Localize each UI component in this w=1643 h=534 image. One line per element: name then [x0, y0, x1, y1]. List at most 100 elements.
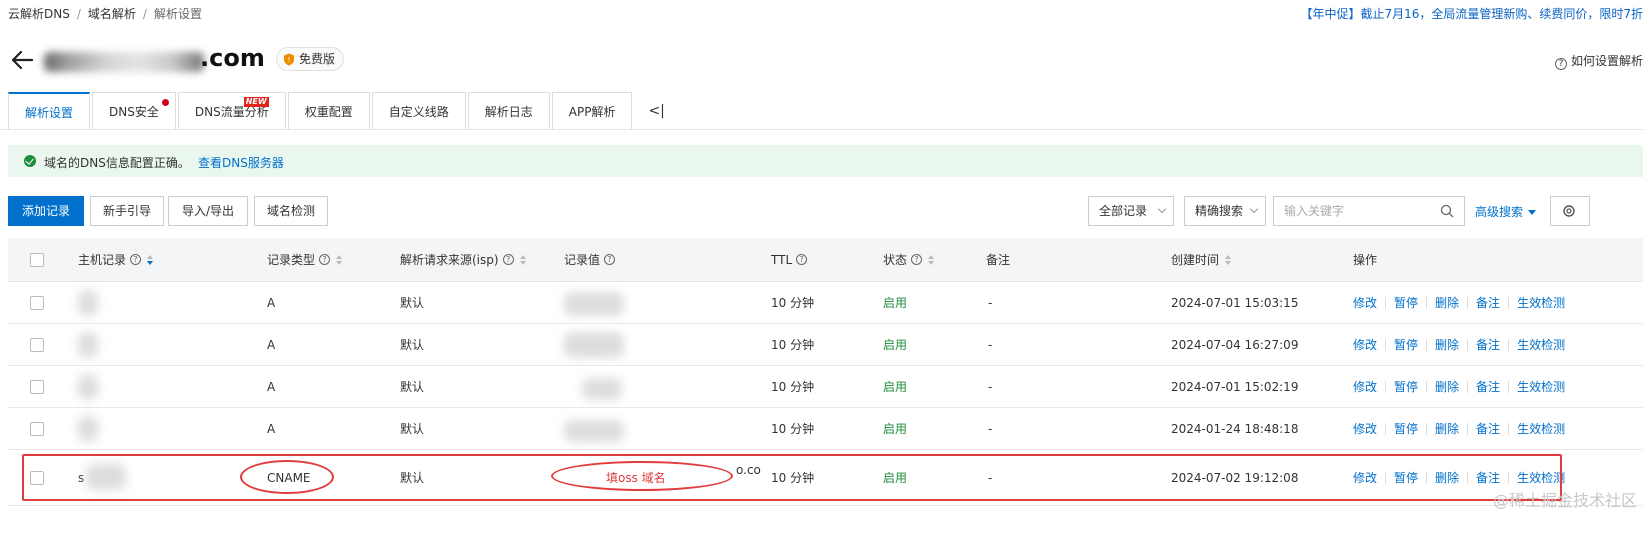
tab-custom-lines[interactable]: 自定义线路: [371, 92, 466, 130]
record-type: A: [267, 379, 276, 394]
row-checkbox[interactable]: [30, 324, 44, 365]
view-dns-servers-link[interactable]: 查看DNS服务器: [198, 154, 284, 171]
breadcrumb-item-domain[interactable]: 域名解析: [88, 7, 136, 21]
sort-icon[interactable]: [519, 254, 526, 265]
column-created[interactable]: 创建时间: [1171, 238, 1232, 281]
delete-link[interactable]: 删除: [1435, 294, 1459, 311]
edit-link[interactable]: 修改: [1353, 294, 1377, 311]
remark-link[interactable]: 备注: [1476, 294, 1500, 311]
column-status[interactable]: 状态?: [883, 238, 935, 281]
host-redacted: [78, 416, 98, 442]
value-redacted: [564, 292, 624, 316]
row-actions: 修改 暂停 删除 备注 生效检测: [1353, 282, 1565, 323]
column-host[interactable]: 主机记录?: [78, 238, 154, 281]
edit-link[interactable]: 修改: [1353, 336, 1377, 353]
question-icon: ?: [796, 254, 808, 265]
tab-weight-config[interactable]: 权重配置: [287, 92, 370, 130]
record-isp: 默认: [400, 380, 425, 394]
record-remark: -: [988, 295, 993, 310]
record-filter-select[interactable]: 全部记录: [1088, 196, 1174, 226]
import-export-button[interactable]: 导入/导出: [168, 196, 248, 226]
effect-check-link[interactable]: 生效检测: [1517, 336, 1565, 353]
effect-check-link[interactable]: 生效检测: [1517, 294, 1565, 311]
row-checkbox[interactable]: [30, 282, 44, 323]
dns-config-notice: 域名的DNS信息配置正确。 查看DNS服务器: [8, 145, 1643, 177]
new-badge: NEW: [243, 97, 269, 107]
question-icon: ?: [130, 254, 142, 265]
tab-label: 自定义线路: [388, 105, 449, 119]
record-status: 启用: [883, 296, 908, 310]
table-header: 主机记录? 记录类型? 解析请求来源(isp)? 记录值? TTL? 状态? 备…: [8, 238, 1643, 282]
domain-check-button[interactable]: 域名检测: [254, 196, 328, 226]
collapse-tabs-icon[interactable]: <|: [634, 92, 678, 130]
remark-link[interactable]: 备注: [1476, 420, 1500, 437]
chevron-down-icon: [1249, 204, 1259, 214]
column-remark: 备注: [986, 253, 1011, 267]
record-ttl: 10 分钟: [771, 422, 815, 436]
back-arrow-icon[interactable]: [8, 46, 36, 74]
tab-label: DNS安全: [109, 105, 159, 119]
advanced-search-label: 高级搜索: [1475, 205, 1524, 219]
column-type[interactable]: 记录类型?: [267, 238, 343, 281]
remark-link[interactable]: 备注: [1476, 378, 1500, 395]
record-created: 2024-01-24 18:48:18: [1171, 421, 1299, 436]
row-checkbox[interactable]: [30, 408, 44, 449]
row-checkbox[interactable]: [30, 366, 44, 407]
edit-link[interactable]: 修改: [1353, 420, 1377, 437]
keyword-search-input[interactable]: [1274, 197, 1424, 225]
effect-check-link[interactable]: 生效检测: [1517, 420, 1565, 437]
breadcrumb-item-current: 解析设置: [153, 7, 202, 21]
add-record-button[interactable]: 添加记录: [8, 196, 84, 226]
sort-icon[interactable]: [928, 254, 935, 265]
table-row: A 默认 10 分钟 启用 - 2024-01-24 18:48:18 修改 暂…: [8, 408, 1643, 450]
sort-icon[interactable]: [147, 254, 154, 265]
pause-link[interactable]: 暂停: [1394, 294, 1418, 311]
delete-link[interactable]: 删除: [1435, 336, 1459, 353]
column-isp[interactable]: 解析请求来源(isp)?: [400, 238, 526, 281]
sort-icon[interactable]: [336, 254, 343, 265]
tab-app-resolution[interactable]: APP解析: [551, 92, 633, 130]
pause-link[interactable]: 暂停: [1394, 336, 1418, 353]
annotation-ellipse-type: [240, 460, 334, 494]
check-circle-icon: [24, 155, 36, 167]
search-icon[interactable]: [1440, 204, 1454, 218]
delete-link[interactable]: 删除: [1435, 420, 1459, 437]
record-isp: 默认: [400, 296, 425, 310]
table-row: A 默认 10 分钟 启用 - 2024-07-01 15:02:19 修改 暂…: [8, 366, 1643, 408]
value-redacted: [582, 378, 622, 400]
record-created: 2024-07-01 15:02:19: [1171, 379, 1299, 394]
question-icon: ?: [604, 254, 616, 265]
tab-dns-traffic-analysis[interactable]: DNS流量分析 NEW: [177, 92, 286, 130]
keyword-search: [1273, 196, 1465, 226]
help-link[interactable]: ? 如何设置解析: [1554, 52, 1643, 70]
tab-resolution-settings[interactable]: 解析设置: [8, 92, 91, 130]
record-type: A: [267, 295, 276, 310]
delete-link[interactable]: 删除: [1435, 378, 1459, 395]
advanced-search-toggle[interactable]: 高级搜索: [1475, 203, 1537, 220]
beginner-guide-button[interactable]: 新手引导: [90, 196, 164, 226]
top-bar: 云解析DNS / 域名解析 / 解析设置 【年中促】截止7月16，全局流量管理新购、续费…: [0, 0, 1643, 26]
host-redacted: [78, 332, 98, 358]
select-all-checkbox[interactable]: [30, 238, 44, 281]
search-mode-value: 精确搜索: [1195, 204, 1244, 218]
sort-icon[interactable]: [1225, 254, 1232, 265]
row-actions: 修改 暂停 删除 备注 生效检测: [1353, 408, 1565, 449]
settings-button[interactable]: [1550, 196, 1590, 226]
effect-check-link[interactable]: 生效检测: [1517, 378, 1565, 395]
caret-down-icon: [1528, 210, 1537, 215]
plan-badge-label: 免费版: [299, 52, 336, 66]
edit-link[interactable]: 修改: [1353, 378, 1377, 395]
promo-banner[interactable]: 【年中促】截止7月16，全局流量管理新购、续费同价，限时7折: [1300, 5, 1643, 22]
tab-resolution-log[interactable]: 解析日志: [467, 92, 550, 130]
annotation-text: 填oss 域名: [606, 471, 666, 485]
record-status: 启用: [883, 380, 908, 394]
tab-dns-security[interactable]: DNS安全: [92, 92, 176, 130]
plan-badge: ! 免费版: [276, 47, 345, 71]
pause-link[interactable]: 暂停: [1394, 420, 1418, 437]
shield-icon: !: [284, 53, 294, 66]
records-toolbar: 添加记录 新手引导 导入/导出 域名检测 全部记录 精确搜索 高级搜索: [8, 196, 1643, 226]
search-mode-select[interactable]: 精确搜索: [1184, 196, 1266, 226]
remark-link[interactable]: 备注: [1476, 336, 1500, 353]
pause-link[interactable]: 暂停: [1394, 378, 1418, 395]
breadcrumb-item-dns[interactable]: 云解析DNS: [8, 7, 70, 21]
